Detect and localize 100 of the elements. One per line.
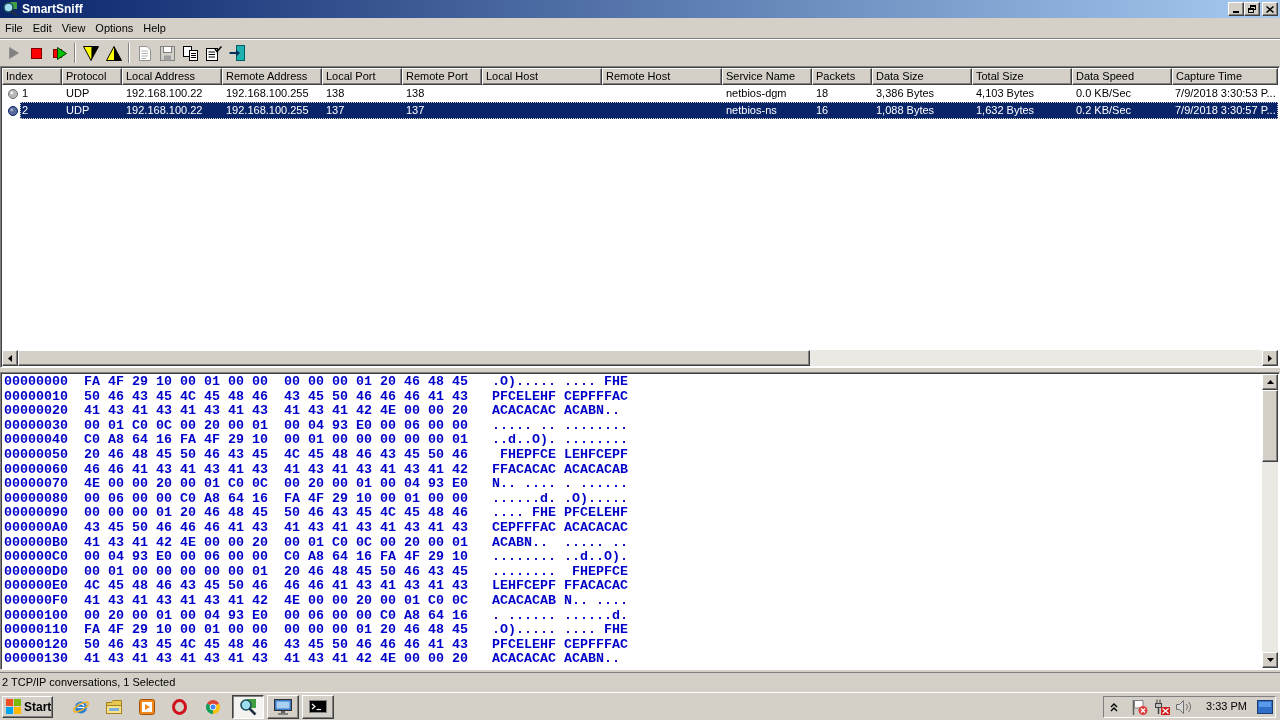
- hex-offset: 00000120: [4, 637, 68, 653]
- hex-ascii: N.. .... . ......: [491, 477, 628, 492]
- hex-offset: 00000100: [4, 608, 68, 624]
- hex-bytes: 20 46 48 45 50 46 43 45 4C 45 48 46 43 45 50 46: [84, 447, 468, 463]
- scroll-left-button[interactable]: [2, 350, 18, 366]
- hex-bytes: 00 01 00 00 00 00 00 01 20 46 48 45 50 46 43 45: [84, 564, 468, 580]
- document-icon: [138, 45, 151, 61]
- hex-ascii: ........ FHEPFCE: [491, 564, 628, 580]
- triangle-up-icon: [1266, 380, 1274, 384]
- hex-bytes: 43 45 50 46 46 46 41 43 41 43 41 43 41 43 41 43: [84, 520, 468, 536]
- hex-ascii: CEPFFFAC ACACACAC: [491, 520, 628, 536]
- menu-item[interactable]: File: [0, 19, 28, 37]
- table-cell-text: 1,088 Bytes: [875, 103, 936, 118]
- flag-error-icon[interactable]: [1132, 698, 1149, 715]
- hex-bytes: 50 46 43 45 4C 45 48 46 43 45 50 46 46 46 41 43: [84, 389, 468, 405]
- hex-bytes: C0 A8 64 16 FA 4F 29 10 00 01 00 00 00 00 00 01: [84, 433, 468, 448]
- restore-button[interactable]: [1244, 2, 1260, 16]
- table-cell-text: 7/9/2018 3:30:53 P...: [1174, 86, 1277, 101]
- hex-offset: 00000130: [4, 652, 68, 667]
- hex-offset: 000000E0: [4, 579, 68, 594]
- column-header[interactable]: Data Speed: [1072, 68, 1172, 85]
- vertical-scrollbar[interactable]: [1262, 374, 1278, 668]
- hex-ascii: PFCELEHF CEPFFFAC: [491, 389, 628, 405]
- column-header[interactable]: Service Name: [722, 68, 812, 85]
- hex-offset: 000000A0: [4, 520, 68, 536]
- magnifier-icon: [239, 697, 257, 716]
- chevron-up-icon[interactable]: [1110, 701, 1119, 712]
- hex-offset: 00000040: [4, 433, 68, 448]
- scroll-down-button[interactable]: [1262, 652, 1278, 668]
- restore-icon: [1248, 5, 1256, 13]
- column-header[interactable]: Remote Address: [222, 68, 322, 85]
- hex-bytes: 41 43 41 43 41 43 41 43 41 43 41 42 4E 00 00 20: [84, 404, 468, 419]
- column-header[interactable]: Remote Host: [602, 68, 722, 85]
- column-header[interactable]: Remote Port: [402, 68, 482, 85]
- close-icon: [1266, 5, 1274, 13]
- scroll-right-button[interactable]: [1262, 350, 1278, 366]
- horizontal-scrollbar[interactable]: [2, 350, 1278, 366]
- table-cell-text: 2: [21, 103, 30, 118]
- scroll-thumb[interactable]: [18, 350, 810, 366]
- column-header[interactable]: Total Size: [972, 68, 1072, 85]
- hex-ascii: ......d. .O).....: [491, 491, 628, 507]
- column-header[interactable]: Capture Time: [1172, 68, 1278, 85]
- triangle-left-icon: [8, 354, 12, 362]
- table-cell-text: 138: [405, 86, 426, 101]
- start-button[interactable]: Start: [2, 695, 53, 718]
- hex-bytes: 00 06 00 00 C0 A8 64 16 FA 4F 29 10 00 01 00 00: [84, 491, 468, 507]
- hex-bytes: 46 46 41 43 41 43 41 43 41 43 41 43 41 43 41 42: [84, 462, 468, 478]
- close-button[interactable]: [1262, 2, 1278, 16]
- exit-icon: [228, 45, 245, 61]
- menu-item[interactable]: Help: [138, 19, 171, 37]
- scroll-up-button[interactable]: [1262, 374, 1278, 390]
- hex-offset: 00000110: [4, 623, 68, 638]
- show-desktop-icon[interactable]: [1257, 699, 1273, 714]
- network-error-icon[interactable]: [1154, 698, 1171, 715]
- hex-offset: 00000020: [4, 404, 68, 419]
- table-cell-text: 192.168.100.22: [125, 103, 204, 118]
- checklist-icon: [205, 45, 222, 61]
- play-icon: [138, 698, 155, 715]
- hex-ascii: FHEPFCE LEHFCEPF: [498, 447, 628, 463]
- minimize-icon: [1233, 11, 1239, 13]
- table-cell-text: 1: [21, 86, 30, 101]
- column-header[interactable]: Local Port: [322, 68, 402, 85]
- triangle-right-icon: [1268, 354, 1272, 362]
- hex-ascii: LEHFCEPF FFACACAC: [491, 579, 628, 594]
- menu-item[interactable]: View: [56, 19, 91, 37]
- speaker-icon[interactable]: [1176, 699, 1193, 714]
- table-row[interactable]: 2 UDP 192.168.100.22 192.168.100.255 137 137 netbios-ns 16 1,088 Bytes 1,632 Bytes 0.2 KB/Sec 7/9/2018 3:30:57 P...: [20, 102, 1278, 119]
- hex-ascii: ACACACAB N.. ....: [491, 593, 628, 609]
- hex-ascii: ........ ..d..O).: [491, 550, 628, 565]
- globe-ring-icon: [71, 698, 90, 715]
- table-cell-text: 16: [815, 103, 830, 118]
- app-icon: [2, 1, 18, 17]
- table-cell-text: netbios-dgm: [725, 86, 788, 101]
- table-cell-text: 1,632 Bytes: [975, 103, 1036, 118]
- copy-icon: [183, 45, 198, 61]
- column-header[interactable]: Packets: [812, 68, 872, 85]
- column-header[interactable]: Local Host: [482, 68, 602, 85]
- hex-ascii: .O)..... .... FHE: [491, 375, 628, 390]
- hex-ascii: ACACACAC ACABN..: [491, 652, 620, 667]
- column-header[interactable]: Index: [2, 68, 62, 85]
- status-dot-icon: [8, 105, 18, 116]
- scroll-thumb[interactable]: [1262, 390, 1278, 462]
- hex-bytes: 00 04 93 E0 00 06 00 00 C0 A8 64 16 FA 4F 29 10: [84, 550, 468, 565]
- menu-item[interactable]: Options: [90, 19, 139, 37]
- table-cell-text: 138: [325, 86, 346, 101]
- menu-item[interactable]: Edit: [27, 19, 57, 37]
- hex-bytes: 41 43 41 43 41 43 41 42 4E 00 00 20 00 01 C0 0C: [84, 593, 468, 609]
- table-cell-text: 192.168.100.255: [225, 103, 310, 118]
- column-header[interactable]: Data Size: [872, 68, 972, 85]
- window-title: SmartSniff: [22, 2, 83, 16]
- table-cell-text: 192.168.100.22: [125, 86, 204, 101]
- stop-icon: [31, 47, 42, 59]
- taskbar-app-button[interactable]: [232, 694, 264, 719]
- column-header[interactable]: Local Address: [122, 68, 222, 85]
- terminal-icon: [309, 700, 327, 713]
- hex-bytes: 00 00 00 01 20 46 48 45 50 46 43 45 4C 45 48 46: [84, 506, 468, 521]
- hex-ascii: .... FHE PFCELEHF: [491, 506, 628, 521]
- column-header[interactable]: Protocol: [62, 68, 122, 85]
- hex-bytes: FA 4F 29 10 00 01 00 00 00 00 00 01 20 46 48 45: [84, 623, 468, 638]
- minimize-button[interactable]: [1228, 2, 1244, 16]
